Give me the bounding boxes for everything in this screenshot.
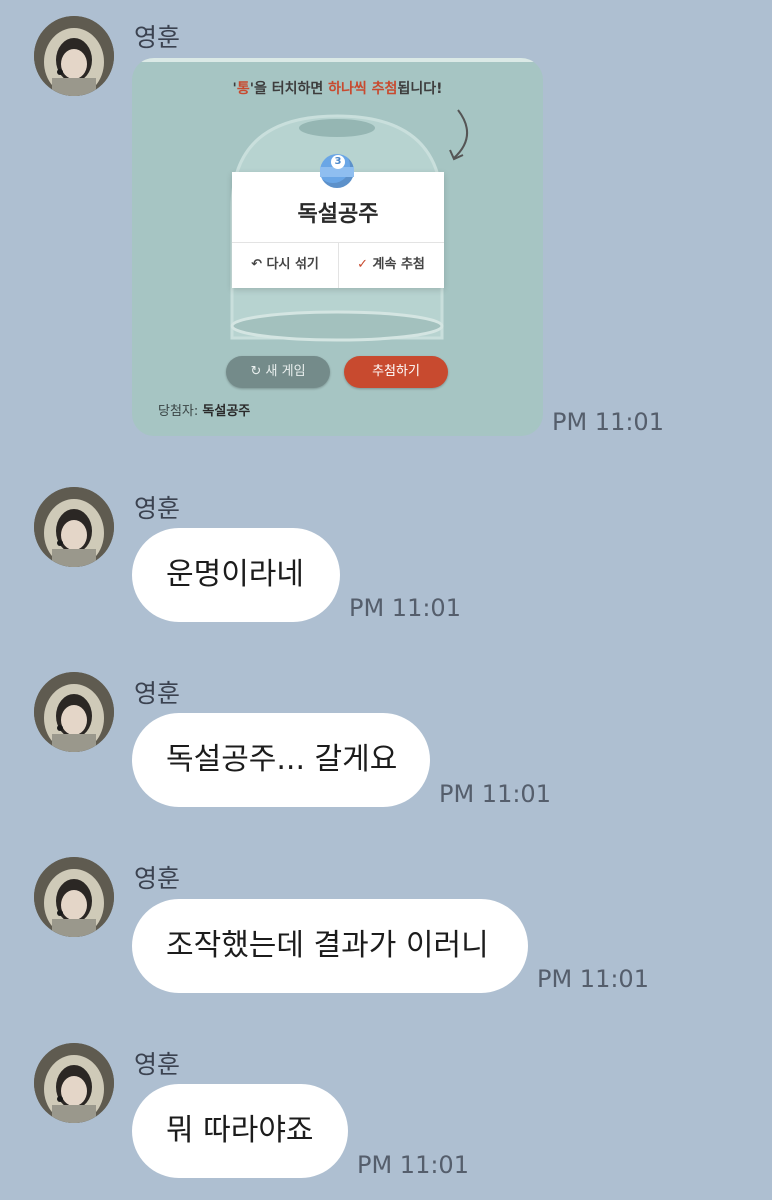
result-title: 독설공주 — [297, 202, 379, 227]
message-bubble[interactable]: 운명이라네 — [132, 528, 340, 622]
refresh-icon: ↻ — [250, 364, 262, 379]
avatar[interactable] — [34, 672, 114, 752]
message-time: PM 11:01 — [439, 780, 551, 808]
avatar[interactable] — [34, 487, 114, 567]
sender-name: 영훈 — [134, 494, 181, 523]
result-popup: 독설공주 ↶ 다시 섞기 ✓ 계속 추첨 — [232, 172, 444, 288]
avatar[interactable] — [34, 1043, 114, 1123]
new-game-label: 새 게임 — [265, 364, 306, 379]
message-time: PM 11:01 — [357, 1151, 469, 1179]
sender-name: 영훈 — [134, 679, 181, 708]
draw-button[interactable]: 추첨하기 — [344, 356, 448, 388]
draw-label: 추첨하기 — [372, 364, 420, 379]
avatar[interactable] — [34, 857, 114, 937]
lottery-card[interactable]: '통'을 터치하면 하나씩 추첨됩니다! 독설공주 ↶ 다시 섞기 ✓ 계속 추… — [132, 58, 543, 436]
ball-number: 3 — [331, 155, 345, 169]
message-time: PM 11:01 — [552, 408, 664, 436]
continue-draw-button[interactable]: ✓ 계속 추첨 — [338, 242, 444, 288]
winner-label: 당첨자: — [158, 404, 199, 419]
avatar[interactable] — [34, 16, 114, 96]
sender-name: 영훈 — [134, 864, 181, 893]
message-time: PM 11:01 — [537, 965, 649, 993]
undo-arrow-icon: ↶ — [251, 257, 262, 272]
continue-label: 계속 추첨 — [372, 257, 425, 272]
winner-line: 당첨자: 독설공주 — [158, 400, 250, 419]
lottery-ball: 3 — [320, 154, 354, 188]
message-bubble[interactable]: 뭐 따라야죠 — [132, 1084, 348, 1178]
reshuffle-button[interactable]: ↶ 다시 섞기 — [232, 242, 338, 288]
message-time: PM 11:01 — [349, 594, 461, 622]
winner-value: 독설공주 — [202, 404, 251, 419]
message-bubble[interactable]: 독설공주... 갈게요 — [132, 713, 430, 807]
sender-name: 영훈 — [134, 23, 181, 52]
message-bubble[interactable]: 조작했는데 결과가 이러니 — [132, 899, 528, 993]
sender-name: 영훈 — [134, 1050, 181, 1079]
checkmark-icon: ✓ — [357, 257, 368, 272]
reshuffle-label: 다시 섞기 — [266, 257, 319, 272]
new-game-button[interactable]: ↻ 새 게임 — [226, 356, 330, 388]
